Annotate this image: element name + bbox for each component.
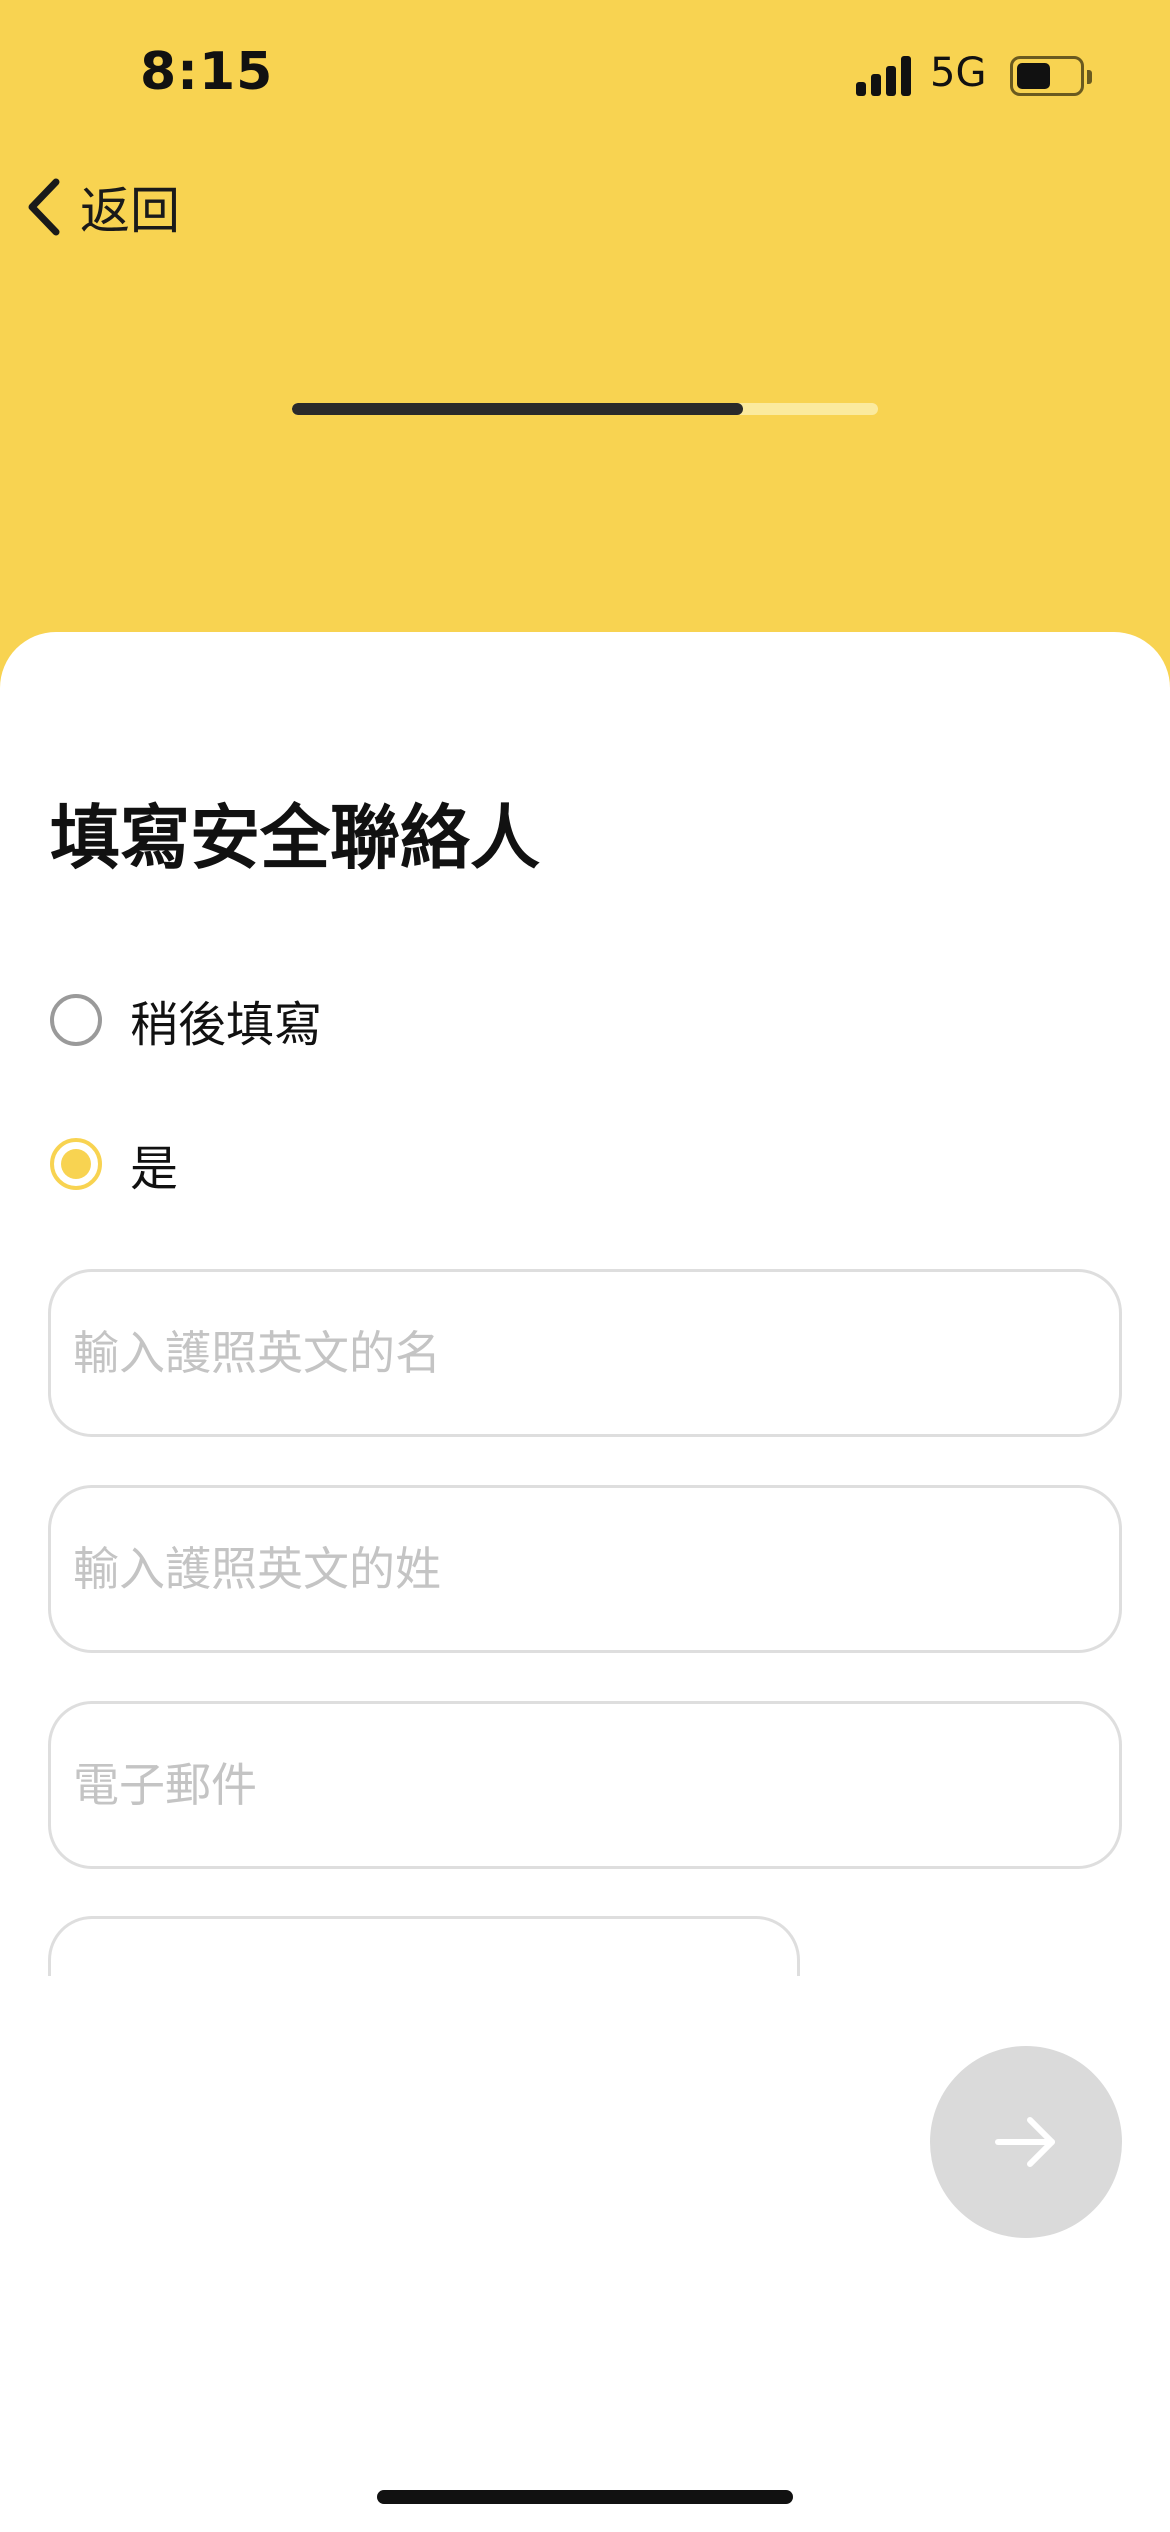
progress-bar xyxy=(292,403,878,415)
back-label: 返回 xyxy=(80,182,180,240)
email-field[interactable] xyxy=(48,1701,1122,1869)
radio-yes[interactable] xyxy=(50,1138,102,1190)
home-indicator xyxy=(377,2490,793,2504)
next-field-partial[interactable] xyxy=(48,1916,800,1976)
battery-tip xyxy=(1087,70,1092,84)
chevron-left-icon xyxy=(28,178,60,236)
screen: 8:15 5G 返回 填寫安全聯絡人 稍後填寫 是 xyxy=(0,0,1170,2532)
next-button[interactable] xyxy=(930,2046,1122,2238)
email-input[interactable] xyxy=(73,1758,1119,1812)
option-yes-label: 是 xyxy=(130,1141,179,1197)
page-title: 填寫安全聯絡人 xyxy=(50,797,540,879)
back-button[interactable]: 返回 xyxy=(22,172,180,242)
last-name-field[interactable] xyxy=(48,1485,1122,1653)
radio-later[interactable] xyxy=(50,994,102,1046)
option-later[interactable]: 稍後填寫 xyxy=(50,985,322,1055)
battery-level xyxy=(1017,63,1050,89)
battery-icon xyxy=(1010,56,1084,96)
option-yes[interactable]: 是 xyxy=(50,1129,178,1199)
option-later-label: 稍後填寫 xyxy=(130,997,323,1053)
first-name-field[interactable] xyxy=(48,1269,1122,1437)
network-type: 5G xyxy=(930,50,987,96)
status-time: 8:15 xyxy=(140,42,274,102)
first-name-input[interactable] xyxy=(73,1326,1119,1380)
signal-icon xyxy=(856,56,916,96)
last-name-input[interactable] xyxy=(73,1542,1119,1596)
progress-fill xyxy=(292,403,744,415)
form-card: 填寫安全聯絡人 稍後填寫 是 xyxy=(0,632,1170,2532)
arrow-right-icon xyxy=(995,2117,1055,2167)
